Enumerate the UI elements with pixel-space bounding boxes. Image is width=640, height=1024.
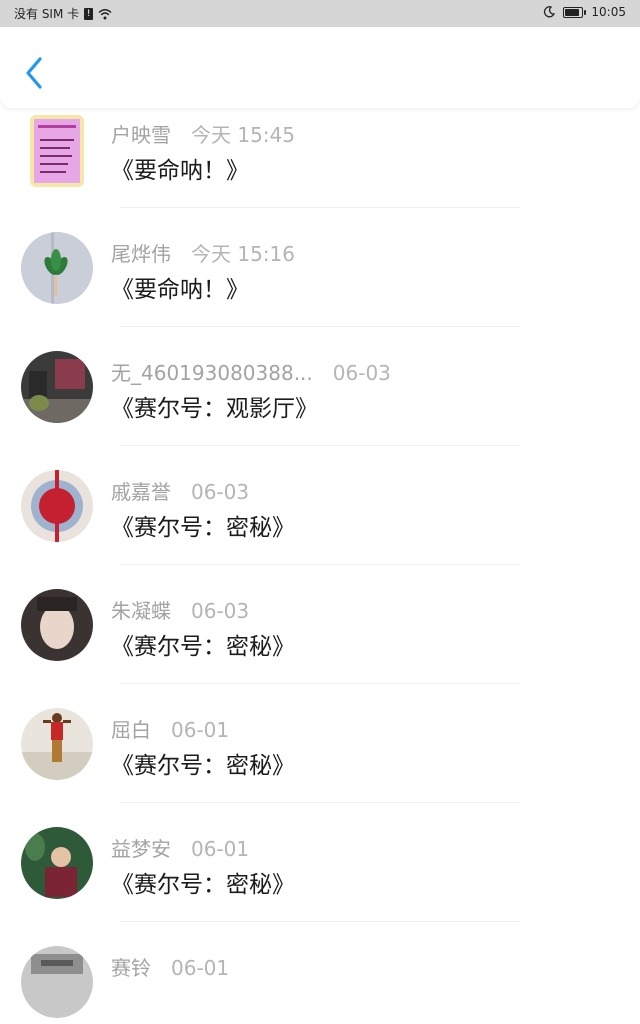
comment-meta: 赛铃 06-01 — [111, 952, 229, 981]
clock: 10:05 — [591, 5, 626, 19]
comment-time: 06-03 — [191, 480, 250, 504]
comment-text: 《要命呐！》 — [111, 277, 249, 303]
commenter-name[interactable]: 屈白 — [111, 714, 151, 743]
comment-time: 06-03 — [332, 361, 391, 385]
sim-alert-icon: ! — [84, 7, 94, 20]
comment-meta: 戚嘉誉 06-03 — [111, 476, 249, 505]
moon-icon — [544, 6, 556, 18]
comment-meta: 朱凝蝶 06-03 — [111, 595, 249, 624]
commenter-name[interactable]: 戚嘉誉 — [111, 476, 171, 505]
carrier-label: 没有 SIM 卡 — [14, 7, 80, 21]
comment-time: 06-01 — [191, 837, 250, 861]
comment-time: 06-01 — [171, 718, 230, 742]
comment-meta: 户映雪 今天 15:45 — [111, 119, 295, 148]
wifi-icon — [98, 8, 112, 19]
comment-meta: 无_460193080388... 06-03 — [111, 357, 391, 386]
top-app-bar — [0, 27, 640, 108]
status-right: 10:05 — [543, 5, 626, 19]
comment-item[interactable]: 尾烨伟 今天 15:16 《要命呐！》 — [0, 208, 640, 327]
comment-text: 《赛尔号：密秘》 — [111, 515, 295, 541]
commenter-name[interactable]: 益梦安 — [111, 833, 171, 862]
battery-level — [565, 8, 579, 16]
comment-item[interactable]: 屈白 06-01 《赛尔号：密秘》 — [0, 684, 640, 803]
status-left: 没有 SIM 卡 ! — [14, 5, 112, 22]
status-bar: 没有 SIM 卡 ! 10:05 — [0, 0, 640, 27]
comment-time: 06-03 — [191, 599, 250, 623]
avatar[interactable] — [21, 827, 93, 899]
comment-item[interactable]: 无_460193080388... 06-03 《赛尔号：观影厅》 — [0, 327, 640, 446]
avatar[interactable] — [21, 708, 93, 780]
comment-item[interactable]: 益梦安 06-01 《赛尔号：密秘》 — [0, 803, 640, 922]
comment-meta: 尾烨伟 今天 15:16 — [111, 238, 295, 267]
commenter-name[interactable]: 尾烨伟 — [111, 238, 171, 267]
comment-text: 《赛尔号：密秘》 — [111, 872, 295, 898]
chevron-left-icon — [26, 57, 42, 89]
avatar[interactable] — [21, 351, 93, 423]
commenter-name[interactable]: 户映雪 — [111, 119, 171, 148]
comment-meta: 屈白 06-01 — [111, 714, 229, 743]
comment-list-content: 《要命呐！》户映雪今天 15:45《要命呐！》尾烨伟今天 15:16《要命呐！》… — [0, 27, 640, 1024]
back-button[interactable] — [20, 55, 50, 91]
comment-time: 今天 15:45 — [191, 123, 295, 147]
commenter-name[interactable]: 赛铃 — [111, 952, 151, 981]
avatar[interactable] — [30, 115, 84, 187]
avatar[interactable] — [21, 232, 93, 304]
comment-text: 《赛尔号：观影厅》 — [111, 396, 318, 422]
battery-icon — [563, 6, 587, 18]
comment-list[interactable]: 《要命呐！》户映雪今天 15:45《要命呐！》尾烨伟今天 15:16《要命呐！》… — [0, 27, 640, 1024]
avatar[interactable] — [21, 946, 93, 1018]
comment-item[interactable]: 朱凝蝶 06-03 《赛尔号：密秘》 — [0, 565, 640, 684]
comment-item[interactable]: 赛铃 06-01 — [0, 922, 640, 1024]
avatar[interactable] — [21, 470, 93, 542]
comment-text: 《要命呐！》 — [111, 158, 249, 184]
comment-time: 06-01 — [171, 956, 230, 980]
comment-time: 今天 15:16 — [191, 242, 295, 266]
commenter-name[interactable]: 无_460193080388... — [111, 357, 313, 386]
comment-meta: 益梦安 06-01 — [111, 833, 249, 862]
commenter-name[interactable]: 朱凝蝶 — [111, 595, 171, 624]
comment-item[interactable]: 戚嘉誉 06-03 《赛尔号：密秘》 — [0, 446, 640, 565]
comment-text: 《赛尔号：密秘》 — [111, 634, 295, 660]
comment-text: 《赛尔号：密秘》 — [111, 753, 295, 779]
avatar[interactable] — [21, 589, 93, 661]
